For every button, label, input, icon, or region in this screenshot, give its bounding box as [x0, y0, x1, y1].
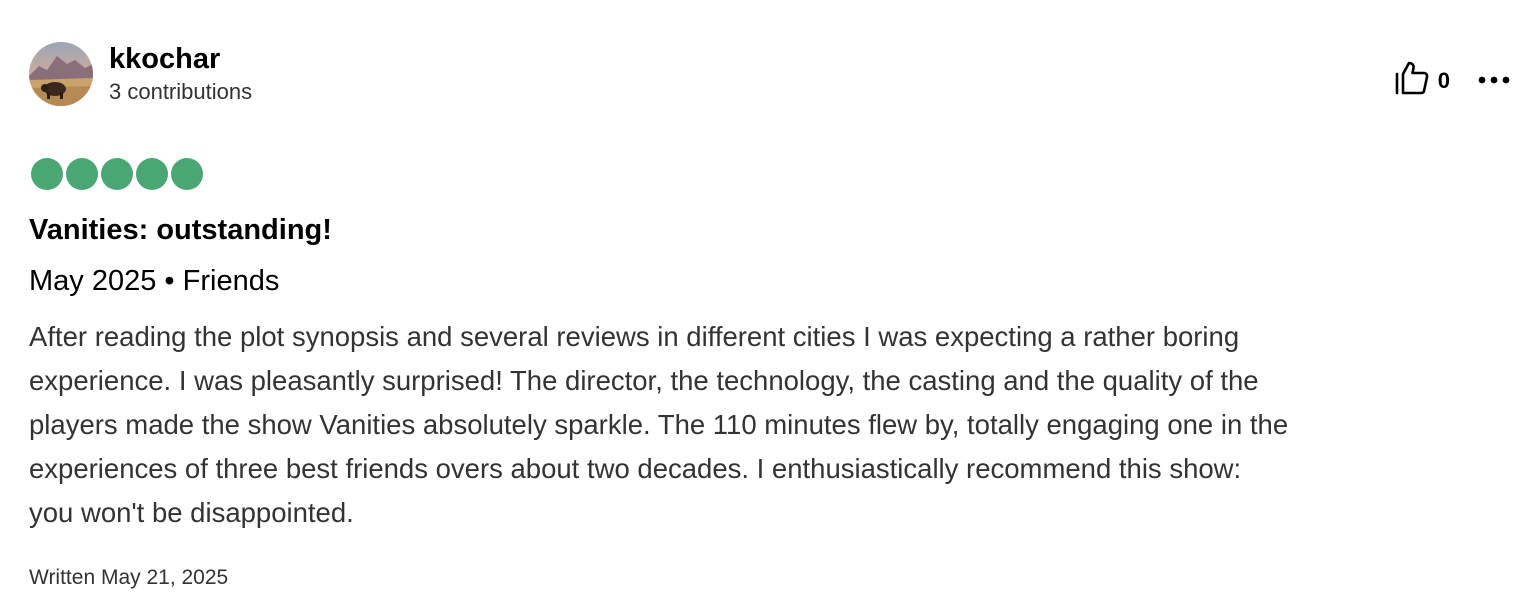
rating-bubble	[101, 158, 133, 190]
review-title[interactable]: Vanities: outstanding!	[29, 211, 332, 249]
rating-bubble	[66, 158, 98, 190]
more-horizontal-icon	[1478, 72, 1510, 90]
username-link[interactable]: kkochar	[109, 42, 252, 76]
rating-bubble	[136, 158, 168, 190]
review-author: kkochar 3 contributions	[29, 42, 252, 106]
written-date: Written May 21, 2025	[29, 566, 229, 589]
thumbs-up-icon	[1394, 60, 1430, 101]
avatar-image	[29, 42, 93, 106]
avatar[interactable]	[29, 42, 93, 106]
review-actions: 0	[1394, 60, 1510, 101]
review-body: After reading the plot synopsis and seve…	[29, 321, 1289, 528]
more-options-button[interactable]	[1478, 72, 1510, 90]
author-meta: kkochar 3 contributions	[109, 42, 252, 106]
rating-bubble	[171, 158, 203, 190]
contribution-count: 3 contributions	[109, 79, 253, 104]
trip-info: May 2025 • Friends	[29, 265, 280, 297]
helpful-vote-button[interactable]: 0	[1394, 60, 1478, 101]
rating-bubbles	[31, 158, 206, 190]
review-card: kkochar 3 contributions 0 Vanities: outs…	[0, 0, 1530, 605]
helpful-count: 0	[1437, 67, 1450, 93]
rating-bubble	[31, 158, 63, 190]
